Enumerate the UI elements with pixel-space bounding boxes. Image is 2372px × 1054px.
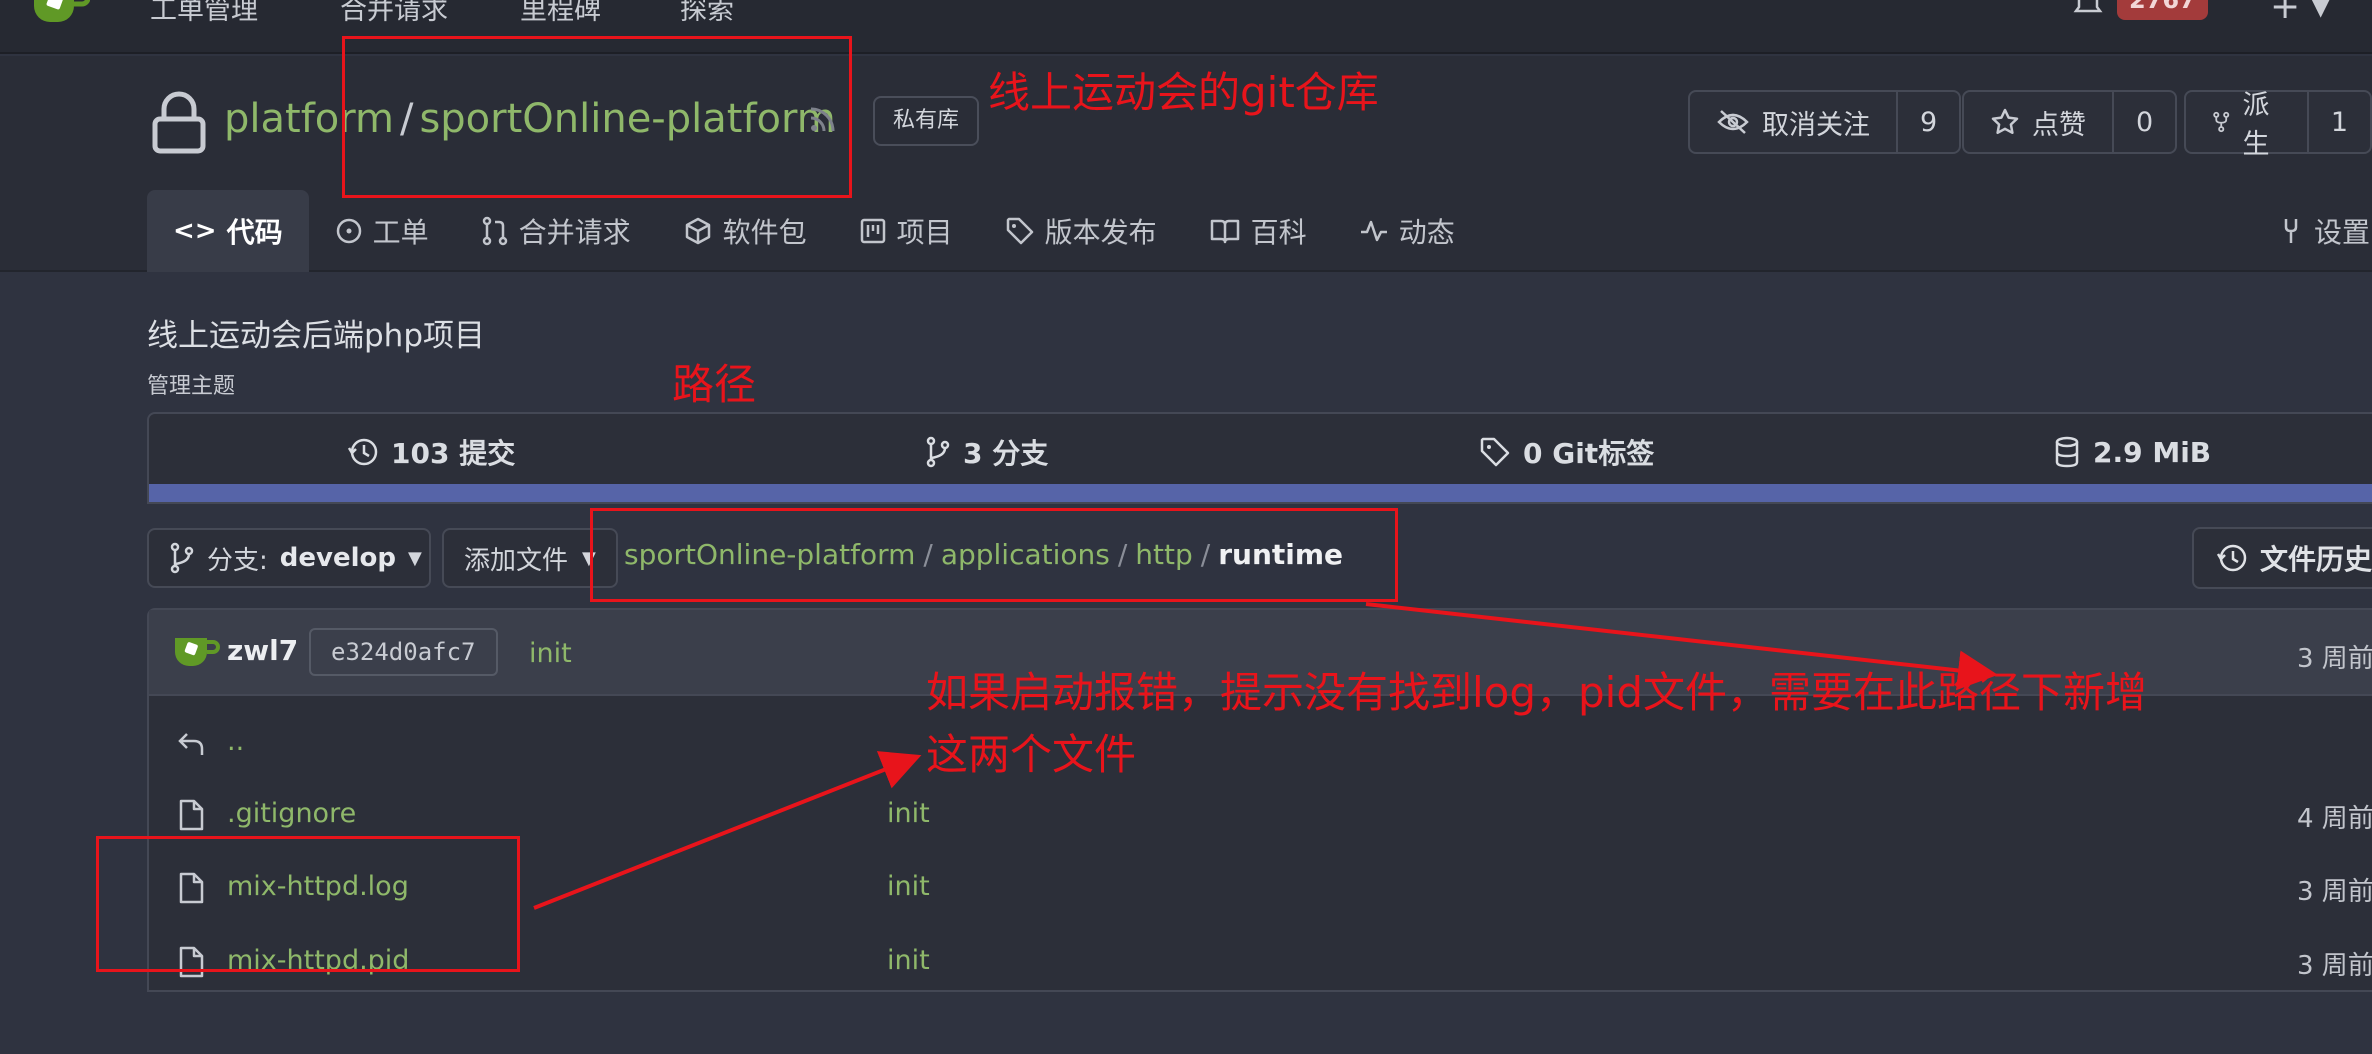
annotation-arrows [533,602,1998,910]
annotation-arrow-files [533,751,922,910]
annotation-arrow-path [1365,602,1998,691]
